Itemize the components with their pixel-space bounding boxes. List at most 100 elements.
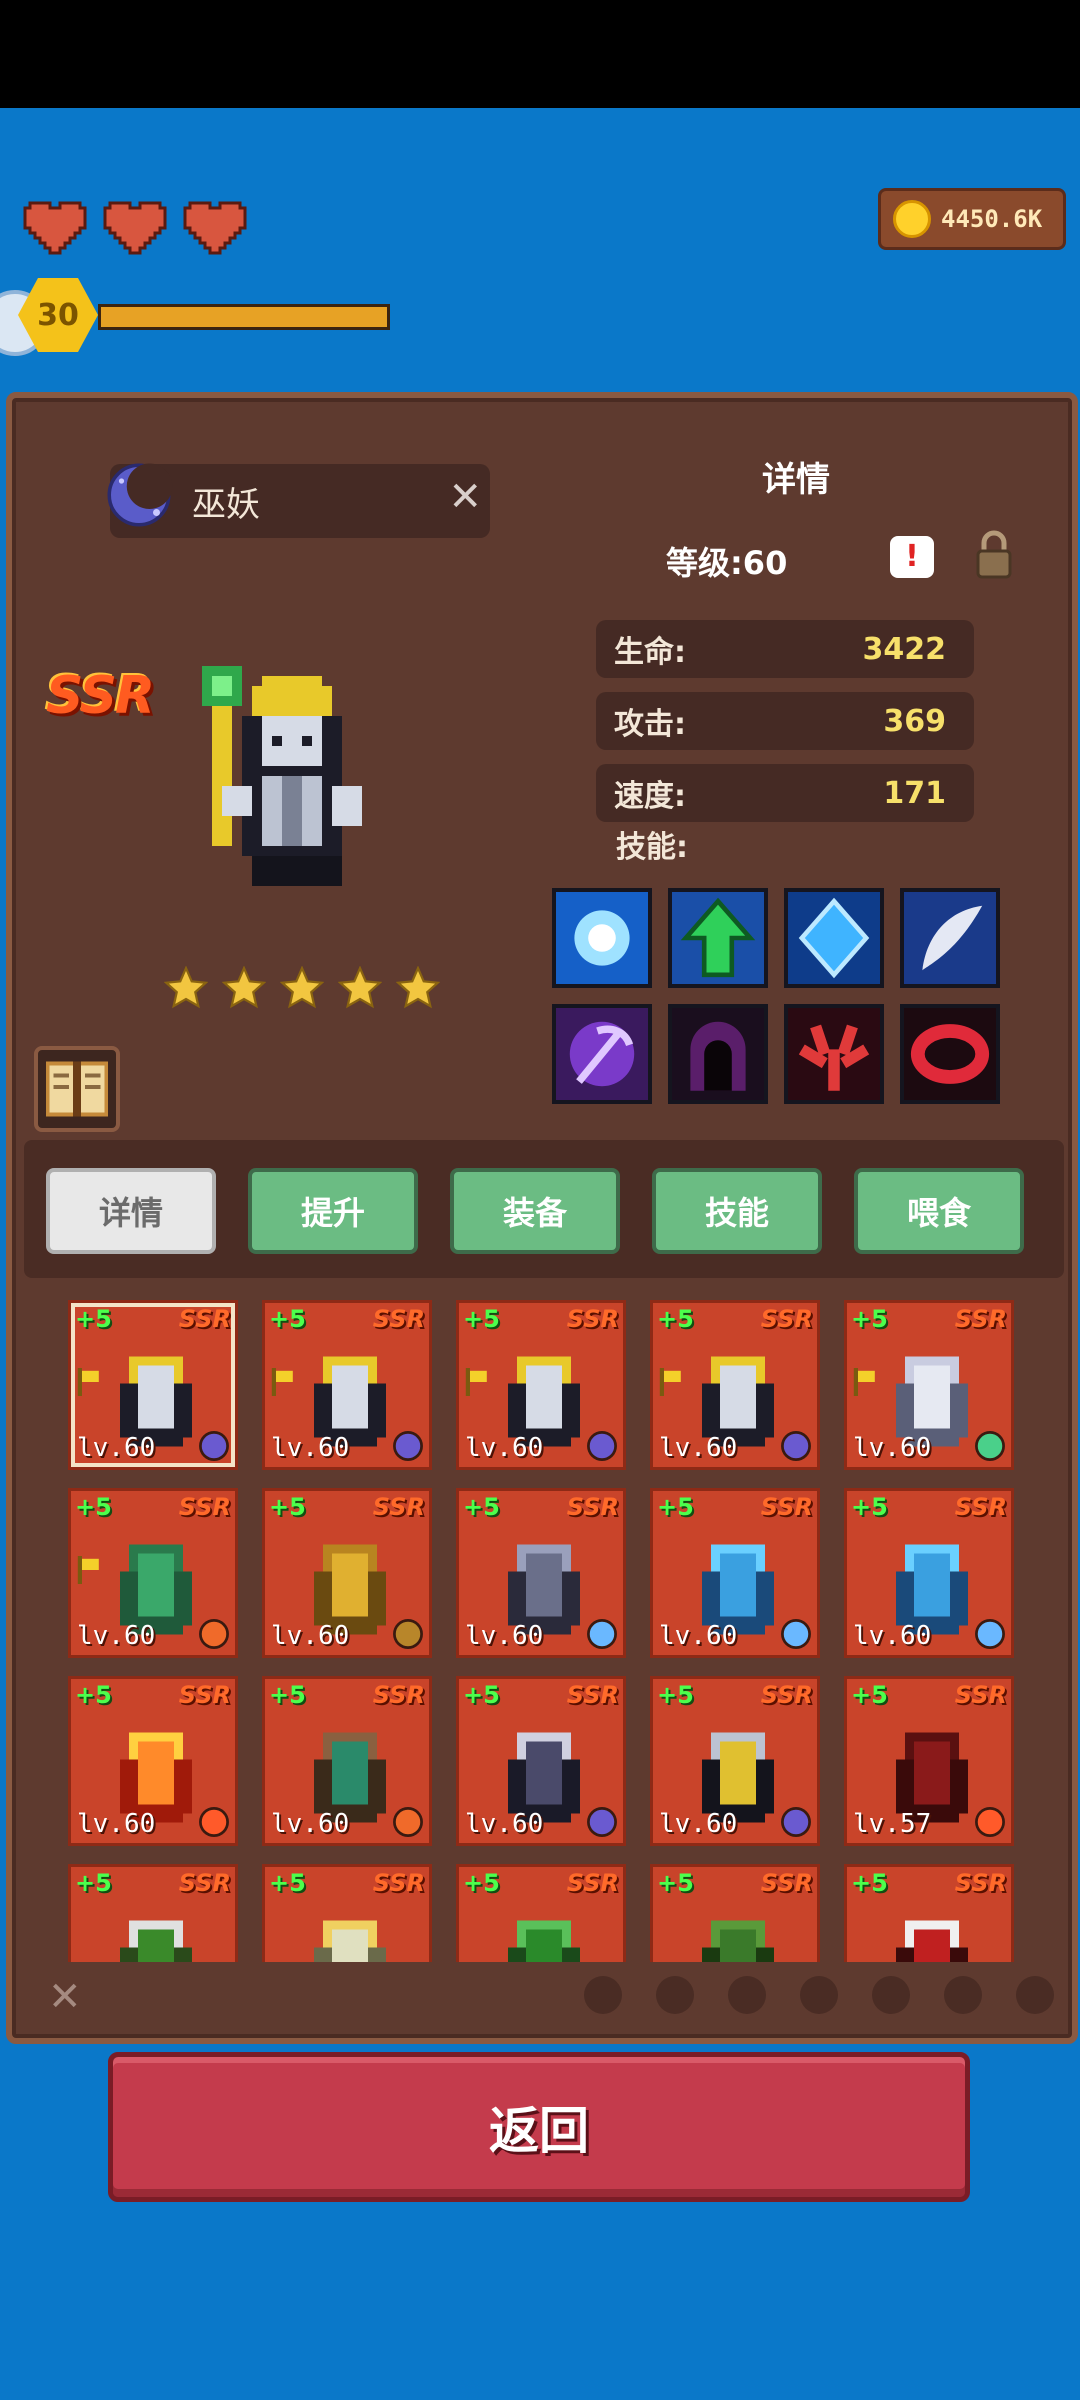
coin-counter: 4450.6K xyxy=(878,188,1066,250)
plus-level: +5 xyxy=(269,1493,306,1521)
moon-element-icon xyxy=(199,1431,229,1461)
hero-card[interactable]: +5 SSR lv.60 xyxy=(262,1676,432,1846)
hero-card[interactable]: +5 SSR lv.60 xyxy=(650,1300,820,1470)
plus-level: +5 xyxy=(851,1493,888,1521)
moon-element-icon xyxy=(781,1431,811,1461)
card-rarity: SSR xyxy=(954,1869,1007,1897)
card-level: lv.60 xyxy=(77,1809,156,1839)
plus-level: +5 xyxy=(463,1681,500,1709)
xp-bar xyxy=(98,304,390,330)
plus-level: +5 xyxy=(657,1493,694,1521)
water-filter-icon[interactable] xyxy=(728,1976,766,2014)
hero-card[interactable]: +5 SSR lv.60 xyxy=(262,1300,432,1470)
tab-feed[interactable]: 喂食 xyxy=(854,1168,1024,1254)
dark-hood-skill-icon[interactable] xyxy=(668,1004,768,1104)
skills-label: 技能: xyxy=(616,830,688,865)
hero-card[interactable]: +5 SSR xyxy=(68,1864,238,1962)
heart-icon xyxy=(103,201,167,255)
plus-level: +5 xyxy=(269,1305,306,1333)
flag-icon xyxy=(659,1368,681,1396)
flag-icon xyxy=(77,1368,99,1396)
feather-skill-icon[interactable] xyxy=(900,888,1000,988)
flame-filter-icon[interactable] xyxy=(872,1976,910,2014)
tab-skills[interactable]: 技能 xyxy=(652,1168,822,1254)
hero-level: 等级:60 xyxy=(666,544,788,582)
hero-card[interactable]: +5 SSR xyxy=(650,1864,820,1962)
close-icon[interactable]: ✕ xyxy=(448,474,482,520)
water-element-icon xyxy=(781,1619,811,1649)
hero-card[interactable]: +5 SSR lv.60 xyxy=(68,1300,238,1470)
plus-level: +5 xyxy=(463,1493,500,1521)
stat-label: 生命: xyxy=(614,635,686,670)
hero-card[interactable]: +5 SSR lv.60 xyxy=(262,1488,432,1658)
green-arrow-up-skill-icon[interactable] xyxy=(668,888,768,988)
rarity-tag: SSR xyxy=(46,666,155,726)
card-level: lv.60 xyxy=(465,1433,544,1463)
card-level: lv.60 xyxy=(659,1809,738,1839)
water-element-icon xyxy=(975,1619,1005,1649)
back-button[interactable]: 返回 xyxy=(108,2052,970,2202)
red-ring-skill-icon[interactable] xyxy=(900,1004,1000,1104)
plus-level: +5 xyxy=(75,1493,112,1521)
earth-filter-icon[interactable] xyxy=(656,1976,694,2014)
hero-name-box: 巫妖 ✕ xyxy=(107,463,490,538)
tab-upgrade[interactable]: 提升 xyxy=(248,1168,418,1254)
green-ogre-sprite xyxy=(702,1920,774,1962)
card-level: lv.57 xyxy=(853,1809,932,1839)
hero-card[interactable]: +5 SSR xyxy=(262,1864,432,1962)
plus-level: +5 xyxy=(463,1869,500,1897)
card-rarity: SSR xyxy=(760,1305,813,1333)
hero-card[interactable]: +5 SSR lv.60 xyxy=(650,1676,820,1846)
alert-icon[interactable]: ! xyxy=(890,536,934,578)
purple-scythe-skill-icon[interactable] xyxy=(552,1004,652,1104)
hero-card[interactable]: +5 SSR lv.60 xyxy=(844,1488,1014,1658)
tab-details[interactable]: 详情 xyxy=(46,1168,216,1254)
water-spirit-sprite xyxy=(702,1544,774,1635)
hero-card[interactable]: +5 SSR lv.60 xyxy=(650,1488,820,1658)
red-imp-sprite xyxy=(896,1920,968,1962)
slime-sprite xyxy=(508,1920,580,1962)
lich-sprite xyxy=(314,1356,386,1447)
hero-card[interactable]: +5 SSR xyxy=(844,1864,1014,1962)
moon-filter-icon[interactable] xyxy=(1016,1976,1054,2014)
hearts xyxy=(20,198,250,258)
red-claw-skill-icon[interactable] xyxy=(784,1004,884,1104)
moon-element-icon xyxy=(393,1431,423,1461)
hero-card[interactable]: +5 SSR lv.60 xyxy=(844,1300,1014,1470)
water-element-icon xyxy=(587,1619,617,1649)
card-rarity: SSR xyxy=(178,1869,231,1897)
lich-sprite xyxy=(508,1356,580,1447)
hero-card[interactable]: +5 SSR lv.57 xyxy=(844,1676,1014,1846)
book-button[interactable] xyxy=(34,1046,120,1132)
card-rarity: SSR xyxy=(372,1869,425,1897)
green-ghost-sprite xyxy=(120,1544,192,1635)
moon-element-icon xyxy=(587,1807,617,1837)
fire-filter-icon[interactable] xyxy=(584,1976,622,2014)
light-orb-skill-icon[interactable] xyxy=(552,888,652,988)
card-level: lv.60 xyxy=(77,1433,156,1463)
sun-filter-icon[interactable] xyxy=(944,1976,982,2014)
flag-icon xyxy=(465,1368,487,1396)
hero-card[interactable]: +5 SSR lv.60 xyxy=(68,1676,238,1846)
card-level: lv.60 xyxy=(465,1621,544,1651)
plus-level: +5 xyxy=(269,1681,306,1709)
hero-card[interactable]: +5 SSR xyxy=(456,1864,626,1962)
stat-value: 3422 xyxy=(862,631,947,667)
blue-crystal-skill-icon[interactable] xyxy=(784,888,884,988)
hero-card[interactable]: +5 SSR lv.60 xyxy=(456,1488,626,1658)
lich-sprite xyxy=(120,1356,192,1447)
clear-filter-icon[interactable]: ✕ xyxy=(48,1974,82,2020)
wind-filter-icon[interactable] xyxy=(800,1976,838,2014)
card-rarity: SSR xyxy=(178,1493,231,1521)
hero-card[interactable]: +5 SSR lv.60 xyxy=(68,1488,238,1658)
star-icon xyxy=(164,966,208,1009)
lock-icon[interactable] xyxy=(974,530,1014,580)
hero-card[interactable]: +5 SSR lv.60 xyxy=(456,1300,626,1470)
flag-icon xyxy=(853,1368,875,1396)
card-rarity: SSR xyxy=(760,1681,813,1709)
tab-equipment[interactable]: 装备 xyxy=(450,1168,620,1254)
card-rarity: SSR xyxy=(566,1493,619,1521)
gray-beast-sprite xyxy=(508,1544,580,1635)
hero-card[interactable]: +5 SSR lv.60 xyxy=(456,1676,626,1846)
card-rarity: SSR xyxy=(760,1493,813,1521)
